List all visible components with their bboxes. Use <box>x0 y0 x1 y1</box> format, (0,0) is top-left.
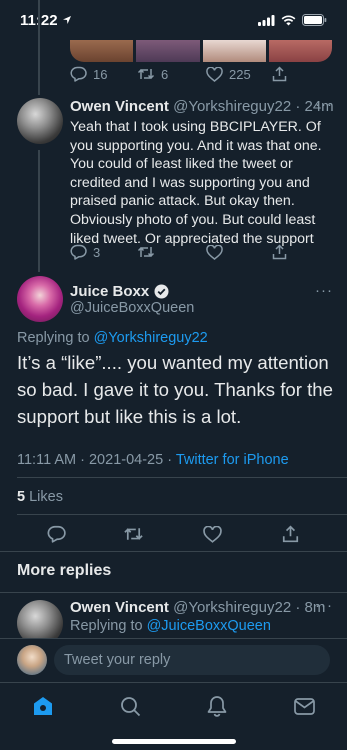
thread-line <box>38 150 40 272</box>
signal-icon <box>258 14 275 26</box>
likes-label: Likes <box>29 489 63 505</box>
avatar[interactable] <box>17 276 63 322</box>
retweet-icon <box>137 68 155 80</box>
tab-home[interactable] <box>28 691 58 721</box>
media-image[interactable] <box>202 40 266 62</box>
reply1-header: Owen Vincent @Yorkshireguy22 · 24m <box>70 98 334 115</box>
divider <box>17 477 347 478</box>
avatar[interactable] <box>17 98 63 144</box>
like-button[interactable] <box>203 525 222 543</box>
verified-badge-icon <box>154 284 169 299</box>
like-icon <box>206 66 223 82</box>
replying-prefix: Replying to <box>70 618 143 634</box>
tab-notifications[interactable] <box>202 691 232 721</box>
reply-icon <box>47 525 66 543</box>
share-icon <box>272 66 287 82</box>
like-button[interactable] <box>206 244 223 260</box>
parent-media-strip[interactable] <box>70 40 332 62</box>
author-name[interactable]: Owen Vincent <box>70 98 169 115</box>
like-icon <box>206 244 223 260</box>
retweet-button[interactable] <box>123 526 144 542</box>
home-indicator[interactable] <box>112 739 236 744</box>
tweet-text: It’s a “like”.... you wanted my attentio… <box>17 352 333 427</box>
reply2-replying-to: Replying to @JuiceBoxxQueen <box>70 618 271 634</box>
status-indicators <box>258 14 327 26</box>
divider <box>0 551 347 552</box>
more-icon[interactable]: ··· <box>315 282 333 299</box>
reply-button[interactable] <box>47 525 66 543</box>
share-button[interactable] <box>272 66 287 82</box>
replying-prefix: Replying to <box>17 330 90 346</box>
author-handle-time: @Yorkshireguy22 · 24m <box>173 98 334 115</box>
battery-icon <box>302 14 327 26</box>
location-arrow-icon <box>62 16 71 24</box>
media-image[interactable] <box>136 40 200 62</box>
divider <box>17 514 347 515</box>
retweet-icon <box>124 528 143 540</box>
reply-button[interactable]: 16 <box>70 66 107 82</box>
tweet-source-link[interactable]: Twitter for iPhone <box>176 452 289 468</box>
reply1-text: Yeah that I took using BBCIPLAYER. Of yo… <box>70 119 322 247</box>
parent-tweet-actions: 16 6 225 <box>70 65 332 83</box>
media-image[interactable] <box>70 40 134 62</box>
share-icon <box>282 525 299 543</box>
tab-search[interactable] <box>115 691 145 721</box>
main-tweet-actions <box>0 524 347 544</box>
tab-messages[interactable] <box>289 691 319 721</box>
divider <box>0 592 347 593</box>
retweet-icon <box>137 246 155 258</box>
share-button[interactable] <box>272 244 287 260</box>
likes-summary[interactable]: 5 Likes <box>17 489 63 505</box>
author-name[interactable]: Juice Boxx <box>70 283 169 300</box>
retweet-button[interactable] <box>137 245 155 259</box>
media-image[interactable] <box>268 40 332 62</box>
reply2-header: Owen Vincent @Yorkshireguy22 · 8m <box>70 599 325 616</box>
likes-count: 5 <box>17 489 26 505</box>
author-handle[interactable]: @JuiceBoxxQueen <box>70 300 194 316</box>
retweet-count: 6 <box>161 66 169 82</box>
reply-count: 3 <box>93 244 101 260</box>
home-icon <box>34 697 52 715</box>
share-icon <box>272 244 287 260</box>
share-button[interactable] <box>282 525 299 543</box>
reply-button[interactable]: 3 <box>70 244 100 260</box>
tweet-meta: 11:11 AM · 2021-04-25 · Twitter for iPho… <box>17 452 289 468</box>
reply-icon <box>70 244 87 260</box>
status-bar: 11:22 <box>0 0 347 40</box>
reply1-actions: 3 <box>70 243 332 261</box>
like-icon <box>203 525 222 543</box>
reply-composer: Tweet your reply <box>0 638 347 682</box>
replying-to: Replying to @Yorkshireguy22 <box>17 330 208 346</box>
more-replies-heading: More replies <box>17 562 112 579</box>
more-icon[interactable]: ··· <box>315 597 333 614</box>
wifi-icon <box>281 14 296 25</box>
author-name[interactable]: Owen Vincent <box>70 599 169 616</box>
tweet-timestamp: 11:11 AM · 2021-04-25 · <box>17 452 173 468</box>
retweet-button[interactable]: 6 <box>137 67 168 82</box>
reply-input[interactable]: Tweet your reply <box>54 645 330 675</box>
reply-count: 16 <box>93 66 108 82</box>
like-button[interactable]: 225 <box>206 66 251 82</box>
status-time: 11:22 <box>20 12 72 29</box>
messages-icon <box>293 697 315 715</box>
display-name[interactable]: Juice Boxx <box>70 283 149 300</box>
replying-to-link[interactable]: @Yorkshireguy22 <box>94 330 208 346</box>
author-handle-time: @Yorkshireguy22 · 8m <box>173 599 326 616</box>
notifications-icon <box>207 696 227 717</box>
more-icon[interactable]: ··· <box>315 96 333 113</box>
replying-to-link[interactable]: @JuiceBoxxQueen <box>147 618 271 634</box>
thread-line <box>38 0 40 95</box>
like-count: 225 <box>229 66 251 82</box>
own-avatar[interactable] <box>17 645 47 675</box>
search-icon <box>120 696 140 716</box>
reply-icon <box>70 66 87 82</box>
